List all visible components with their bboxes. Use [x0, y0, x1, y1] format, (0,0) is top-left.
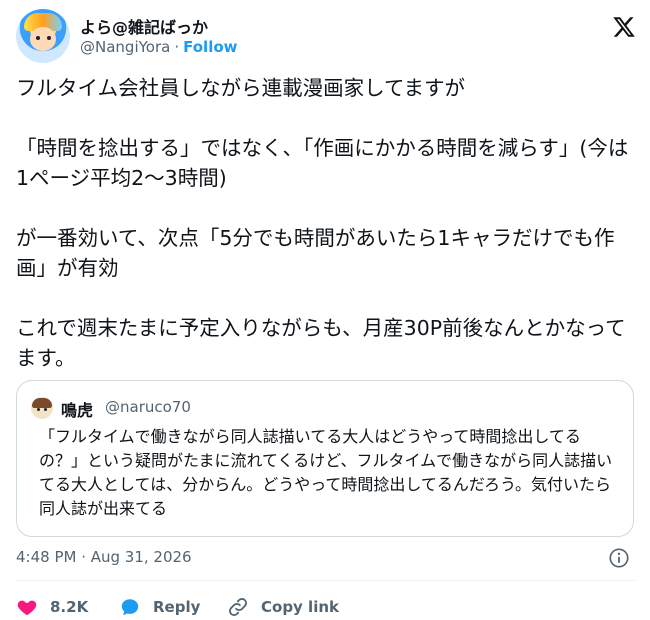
divider	[16, 580, 636, 581]
reply-label: Reply	[153, 598, 201, 616]
tweet-header: よら@雑記ばっか @NangiYora · Follow	[16, 9, 636, 63]
like-count: 8.2K	[50, 598, 89, 616]
reply-button[interactable]: Reply	[119, 595, 200, 619]
tweet-timestamp[interactable]: 4:48 PM · Aug 31, 2026	[16, 548, 192, 566]
like-button[interactable]: 8.2K	[16, 595, 88, 619]
info-icon[interactable]	[608, 547, 630, 569]
tweet-paragraph: 「時間を捻出する」ではなく、「作画にかかる時間を減らす」(今は1ページ平均2〜3…	[16, 136, 629, 190]
reply-bubble-icon	[121, 599, 139, 616]
tweet-paragraph: が一番効いて、次点「5分でも時間があいたら1キャラだけでも作画」が有効	[16, 226, 615, 280]
copy-link-label: Copy link	[261, 598, 339, 616]
quoted-tweet[interactable]: 鳴虎 @naruco70 「フルタイムで働きながら同人誌描いてる大人はどうやって…	[16, 380, 634, 537]
copy-link-button[interactable]: Copy link	[227, 595, 339, 619]
x-logo-icon[interactable]	[612, 15, 636, 39]
author-handle-row: @NangiYora · Follow	[80, 38, 238, 56]
separator-dot: ·	[174, 38, 180, 56]
author-name[interactable]: よら@雑記ばっか	[80, 14, 208, 38]
quoted-author-avatar	[31, 397, 53, 419]
tweet-paragraph: これで週末たまに予定入りながらも、月産30P前後なんとかなってます。	[16, 316, 626, 370]
quoted-author-name: 鳴虎	[61, 401, 94, 420]
quoted-author-handle: @naruco70	[105, 398, 191, 416]
author-avatar[interactable]	[16, 9, 70, 63]
tweet-paragraph: フルタイム会社員しながら連載漫画家してますが	[16, 76, 465, 100]
link-icon	[229, 598, 247, 616]
follow-button[interactable]: Follow	[183, 38, 237, 56]
heart-icon	[17, 600, 37, 616]
action-bar: 8.2K Reply Copy link	[16, 595, 636, 619]
tweet-text: フルタイム会社員しながら連載漫画家してますが 「時間を捻出する」ではなく、「作画…	[16, 73, 636, 373]
author-handle[interactable]: @NangiYora	[80, 38, 170, 56]
quoted-tweet-text: 「フルタイムで働きながら同人誌描いてる大人はどうやって時間捻出してるの？」という…	[39, 427, 613, 518]
